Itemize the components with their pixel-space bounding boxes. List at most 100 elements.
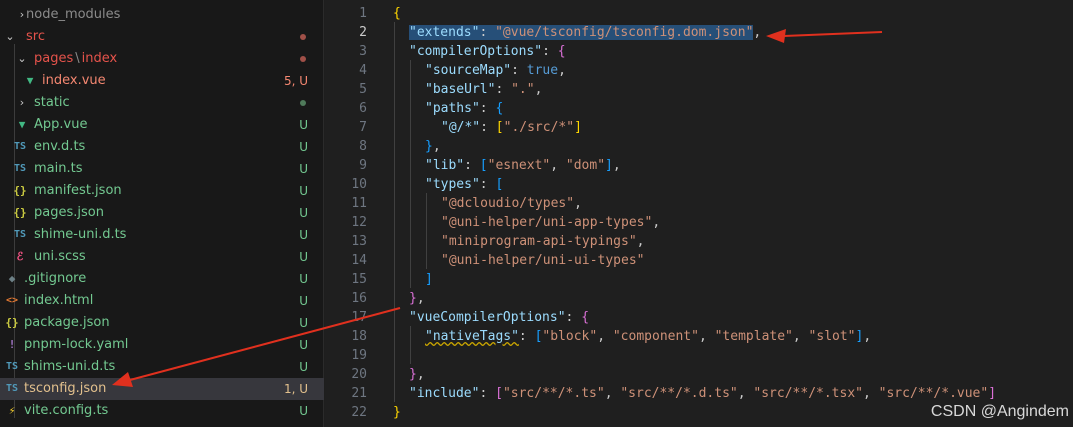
tree-item-package-json[interactable]: {} package.json U [0, 312, 324, 334]
tree-item-label: vite.config.ts [24, 403, 109, 418]
git-status: U [299, 140, 308, 154]
code-token: } [425, 139, 433, 154]
code-line[interactable]: 11 "@dcloudio/types", [325, 194, 1073, 213]
tree-item-env-d-ts[interactable]: TS env.d.ts U [0, 136, 324, 158]
typescript-file-icon: TS [13, 141, 27, 152]
code-token: "sourceMap" [425, 63, 512, 78]
code-token: , [416, 367, 425, 382]
git-status: U [299, 338, 308, 352]
code-token: "src/**/*.tsx" [753, 386, 863, 401]
tree-item-pages-json[interactable]: {} pages.json U [0, 202, 324, 224]
git-status: U [299, 206, 308, 220]
vue-file-icon: ▼ [26, 74, 34, 87]
code-token: "@uni-helper/uni-ui-types" [441, 253, 645, 268]
tree-item-label: package.json [24, 315, 110, 330]
tree-item-vite-config-ts[interactable]: ⚡ vite.config.ts U [0, 400, 324, 422]
git-status: U [299, 272, 308, 286]
typescript-file-icon: TS [13, 229, 27, 240]
code-token: : [479, 386, 496, 401]
code-line[interactable]: 20}, [325, 365, 1073, 384]
code-token: true [526, 63, 559, 78]
code-line[interactable]: 8}, [325, 137, 1073, 156]
tree-item-shims-uni-d-ts[interactable]: TS shims-uni.d.ts U [0, 356, 324, 378]
code-line[interactable]: 13 "miniprogram-api-typings", [325, 232, 1073, 251]
code-token: ] [988, 386, 997, 401]
git-status: U [299, 360, 308, 374]
code-text: }, [409, 365, 425, 384]
code-line[interactable]: 7 "@/*": ["./src/*"] [325, 118, 1073, 137]
code-line[interactable]: 5 "baseUrl": ".", [325, 80, 1073, 99]
code-line[interactable]: 9 "lib": ["esnext", "dom"], [325, 156, 1073, 175]
code-line[interactable]: 1{ [325, 4, 1073, 23]
tree-item-manifest-json[interactable]: {} manifest.json U [0, 180, 324, 202]
code-line[interactable]: 21 "include": ["src/**/*.ts", "src/**/*.d… [325, 384, 1073, 403]
code-token: "src/**/*.vue" [878, 386, 989, 401]
code-token: "." [511, 82, 535, 97]
code-line[interactable]: 10 "types": [ [325, 175, 1073, 194]
code-line[interactable]: 12 "@uni-helper/uni-app-types", [325, 213, 1073, 232]
yaml-file-icon: ! [8, 338, 16, 351]
tree-item-main-ts[interactable]: TS main.ts U [0, 158, 324, 180]
code-line[interactable]: 2 "extends": "@vue/tsconfig/tsconfig.dom.… [325, 23, 1073, 42]
code-token: : [565, 310, 582, 325]
code-token: : [518, 329, 535, 344]
code-line[interactable]: 16}, [325, 289, 1073, 308]
line-number: 17 [351, 310, 367, 325]
tree-item-static[interactable]: › static [0, 92, 324, 114]
code-editor[interactable]: 1{2 "extends": "@vue/tsconfig/tsconfig.do… [325, 0, 1073, 427]
tree-item-node-modules[interactable]: › node_modules [0, 4, 324, 26]
tree-item-label: pages \ index [34, 51, 118, 66]
tree-item-tsconfig-json[interactable]: TS tsconfig.json 1, U [0, 378, 324, 400]
code-token: "include" [409, 386, 480, 401]
code-text: ] [425, 270, 433, 289]
code-token: , [416, 291, 425, 306]
code-token: , [550, 158, 566, 173]
code-token: [ [495, 120, 504, 135]
code-token: , [862, 386, 879, 401]
json-file-icon: {} [5, 316, 19, 329]
tree-item-index-html[interactable]: <> index.html U [0, 290, 324, 312]
tree-item-pnpm-lock-yaml[interactable]: ! pnpm-lock.yaml U [0, 334, 324, 356]
tree-item-uni-scss[interactable]: ℰ uni.scss U [0, 246, 324, 268]
code-token: } [409, 367, 417, 382]
code-token: , [636, 234, 645, 249]
code-line[interactable]: 3 "compilerOptions": { [325, 42, 1073, 61]
tree-item-gitignore[interactable]: ◆ .gitignore U [0, 268, 324, 290]
chevron-right-icon: › [19, 96, 25, 109]
tree-item-app-vue[interactable]: ▼ App.vue U [0, 114, 324, 136]
tree-item-pages-index[interactable]: ⌄ pages \ index [0, 48, 324, 70]
tsconfig-file-icon: TS [5, 383, 19, 394]
code-line[interactable]: 6 "paths": { [325, 99, 1073, 118]
code-token: "block" [542, 329, 598, 344]
code-text: "lib": ["esnext", "dom"], [425, 156, 621, 175]
code-token: [ [479, 158, 488, 173]
code-line[interactable]: 19 [325, 346, 1073, 365]
code-line[interactable]: 15] [325, 270, 1073, 289]
tree-item-index-vue[interactable]: ▼ index.vue 5, U [0, 70, 324, 92]
code-line[interactable]: 4 "sourceMap": true, [325, 61, 1073, 80]
git-status: U [299, 294, 308, 308]
code-line[interactable]: 14 "@uni-helper/uni-ui-types" [325, 251, 1073, 270]
tree-item-label: env.d.ts [34, 139, 86, 154]
tree-item-src[interactable]: ⌄ src [0, 26, 324, 48]
code-token: , [574, 196, 582, 211]
code-text: "paths": { [425, 99, 503, 118]
git-status: 1, U [283, 382, 308, 396]
code-token: : [511, 63, 527, 78]
code-token: "compilerOptions" [409, 44, 543, 59]
code-token: "vueCompilerOptions" [409, 310, 566, 325]
code-token: "paths" [425, 101, 480, 116]
line-number: 21 [351, 386, 367, 401]
code-token: , [597, 329, 613, 344]
code-token: : [479, 25, 496, 40]
code-token: , [753, 25, 762, 40]
tree-item-shime-uni-d-ts[interactable]: TS shime-uni.d.ts U [0, 224, 324, 246]
git-status: 5, U [283, 74, 308, 88]
line-number: 3 [359, 44, 367, 59]
code-text: { [393, 4, 401, 23]
code-line[interactable]: 17 "vueCompilerOptions": { [325, 308, 1073, 327]
code-token: } [409, 291, 417, 306]
code-token: : [495, 82, 512, 97]
tree-item-label: tsconfig.json [24, 381, 107, 396]
code-line[interactable]: 18 "nativeTags": ["block", "component", "… [325, 327, 1073, 346]
